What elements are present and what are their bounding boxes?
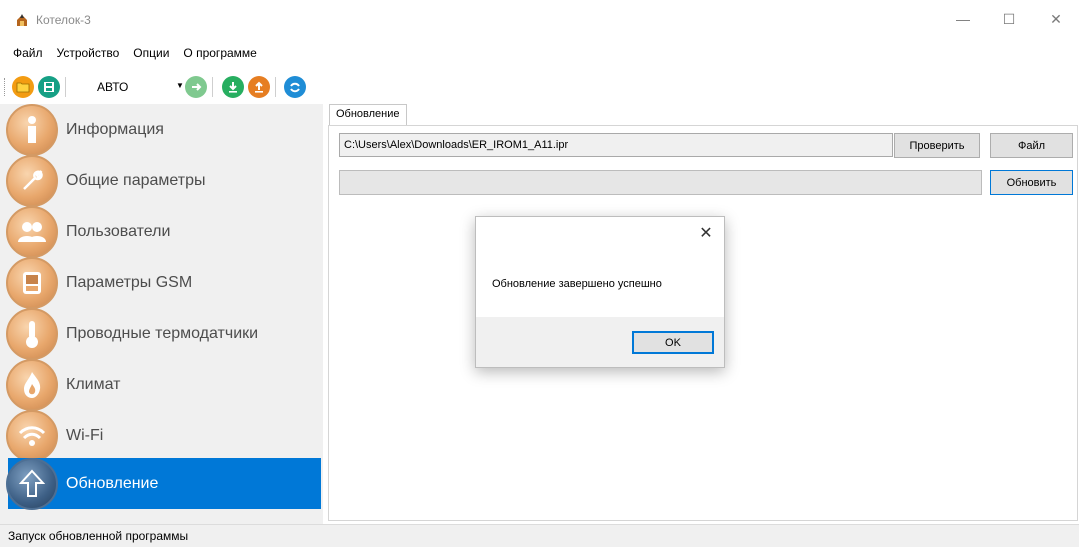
menu-device[interactable]: Устройство xyxy=(57,46,120,60)
toolbar: АВТО ▼ xyxy=(0,68,1079,104)
sidebar-item-label: Общие параметры xyxy=(66,171,206,189)
file-button[interactable]: Файл xyxy=(990,133,1073,158)
sidebar-item-label: Обновление xyxy=(66,474,159,492)
mode-select[interactable]: АВТО xyxy=(89,78,161,96)
info-icon xyxy=(6,103,58,156)
minimize-button[interactable]: — xyxy=(940,0,986,38)
dialog-message: Обновление завершено успешно xyxy=(492,278,662,290)
upload-icon[interactable] xyxy=(248,76,270,98)
sidebar-item-wifi[interactable]: Wi-Fi xyxy=(6,409,321,462)
file-path-field[interactable]: C:\Users\Alex\Downloads\ER_IROM1_A11.ipr xyxy=(339,133,893,157)
maximize-button[interactable]: ☐ xyxy=(986,0,1032,38)
flame-icon xyxy=(6,358,58,411)
sidebar-item-climate[interactable]: Климат xyxy=(6,358,321,411)
sync-icon[interactable] xyxy=(284,76,306,98)
phone-icon xyxy=(6,256,58,309)
app-icon xyxy=(17,14,27,26)
chevron-down-icon[interactable]: ▼ xyxy=(176,81,184,90)
sidebar-item-thermo[interactable]: Проводные термодатчики xyxy=(6,307,321,360)
thermometer-icon xyxy=(6,307,58,360)
wrench-icon xyxy=(6,154,58,207)
toolbar-grip[interactable] xyxy=(4,78,7,96)
download-icon[interactable] xyxy=(222,76,244,98)
sidebar-item-gsm[interactable]: Параметры GSM xyxy=(6,256,321,309)
check-button[interactable]: Проверить xyxy=(894,133,980,158)
tab-update[interactable]: Обновление xyxy=(329,104,407,125)
ok-button[interactable]: OK xyxy=(632,331,714,354)
sidebar-item-info[interactable]: Информация xyxy=(6,103,321,156)
save-icon[interactable] xyxy=(38,76,60,98)
dialog-footer: OK xyxy=(476,317,724,367)
toolbar-separator xyxy=(275,77,276,97)
update-button[interactable]: Обновить xyxy=(990,170,1073,195)
status-bar: Запуск обновленной программы xyxy=(0,524,1079,547)
status-text: Запуск обновленной программы xyxy=(8,529,189,543)
sidebar-item-label: Wi-Fi xyxy=(66,426,104,444)
sidebar-item-label: Климат xyxy=(66,375,121,393)
sidebar-item-update[interactable]: Обновление xyxy=(6,457,321,510)
toolbar-separator xyxy=(212,77,213,97)
sidebar-item-label: Пользователи xyxy=(66,222,171,240)
window-title: Котелок-3 xyxy=(36,13,91,27)
sidebar-item-label: Проводные термодатчики xyxy=(66,324,259,342)
menu-bar: Файл Устройство Опции О программе xyxy=(0,38,1079,68)
connect-icon[interactable] xyxy=(185,76,207,98)
menu-file[interactable]: Файл xyxy=(13,46,43,60)
wifi-icon xyxy=(6,409,58,462)
menu-about[interactable]: О программе xyxy=(183,46,256,60)
message-dialog: ✕ Обновление завершено успешно OK xyxy=(475,216,725,368)
dialog-close-button[interactable]: ✕ xyxy=(696,223,716,243)
users-icon xyxy=(6,205,58,258)
sidebar-item-general[interactable]: Общие параметры xyxy=(6,154,321,207)
close-button[interactable]: ✕ xyxy=(1033,0,1079,38)
open-folder-icon[interactable] xyxy=(12,76,34,98)
update-progress-bar xyxy=(339,170,982,195)
sidebar-item-users[interactable]: Пользователи xyxy=(6,205,321,258)
title-bar: Котелок-3 — ☐ ✕ xyxy=(0,0,1079,38)
sidebar: Информация Общие параметры Пользователи … xyxy=(0,103,323,524)
upload-arrow-icon xyxy=(6,457,58,510)
sidebar-item-label: Параметры GSM xyxy=(66,273,193,291)
menu-options[interactable]: Опции xyxy=(133,46,169,60)
toolbar-separator xyxy=(65,77,66,97)
sidebar-item-label: Информация xyxy=(66,120,164,138)
